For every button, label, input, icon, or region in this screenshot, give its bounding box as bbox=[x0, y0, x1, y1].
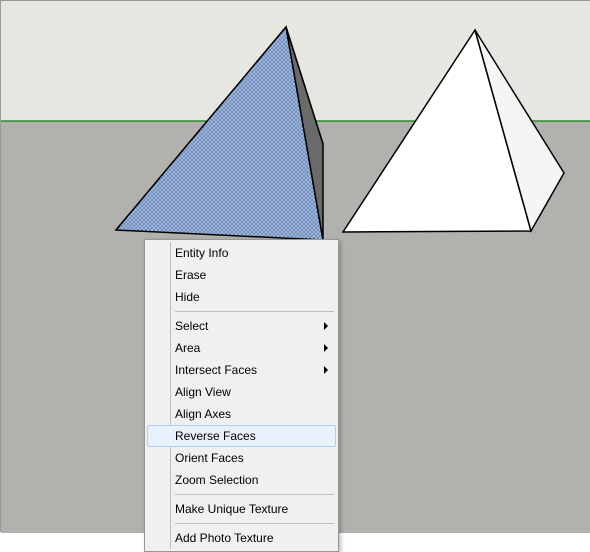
menu-intersect-faces[interactable]: Intersect Faces bbox=[147, 359, 336, 381]
menu-area[interactable]: Area bbox=[147, 337, 336, 359]
menu-add-photo-texture[interactable]: Add Photo Texture bbox=[147, 527, 336, 549]
menu-entity-info[interactable]: Entity Info bbox=[147, 242, 336, 264]
menu-label: Align Axes bbox=[175, 407, 231, 421]
menu-label: Align View bbox=[175, 385, 231, 399]
menu-align-view[interactable]: Align View bbox=[147, 381, 336, 403]
menu-label: Zoom Selection bbox=[175, 473, 258, 487]
context-menu: Entity Info Erase Hide Select Area Inter… bbox=[144, 239, 339, 552]
menu-label: Make Unique Texture bbox=[175, 502, 288, 516]
chevron-right-icon bbox=[324, 322, 328, 330]
chevron-right-icon bbox=[324, 344, 328, 352]
menu-label: Erase bbox=[175, 268, 206, 282]
menu-label: Reverse Faces bbox=[175, 429, 256, 443]
menu-make-unique-texture[interactable]: Make Unique Texture bbox=[147, 498, 336, 520]
menu-label: Entity Info bbox=[175, 246, 228, 260]
menu-label: Hide bbox=[175, 290, 200, 304]
menu-reverse-faces[interactable]: Reverse Faces bbox=[147, 425, 336, 447]
menu-label: Intersect Faces bbox=[175, 363, 257, 377]
menu-separator bbox=[175, 494, 334, 495]
viewport-3d[interactable]: Entity Info Erase Hide Select Area Inter… bbox=[1, 1, 589, 531]
menu-zoom-selection[interactable]: Zoom Selection bbox=[147, 469, 336, 491]
menu-orient-faces[interactable]: Orient Faces bbox=[147, 447, 336, 469]
chevron-right-icon bbox=[324, 366, 328, 374]
menu-label: Add Photo Texture bbox=[175, 531, 274, 545]
menu-separator bbox=[175, 523, 334, 524]
menu-align-axes[interactable]: Align Axes bbox=[147, 403, 336, 425]
menu-label: Orient Faces bbox=[175, 451, 244, 465]
menu-hide[interactable]: Hide bbox=[147, 286, 336, 308]
menu-erase[interactable]: Erase bbox=[147, 264, 336, 286]
menu-label: Select bbox=[175, 319, 208, 333]
menu-label: Area bbox=[175, 341, 200, 355]
menu-select[interactable]: Select bbox=[147, 315, 336, 337]
menu-separator bbox=[175, 311, 334, 312]
